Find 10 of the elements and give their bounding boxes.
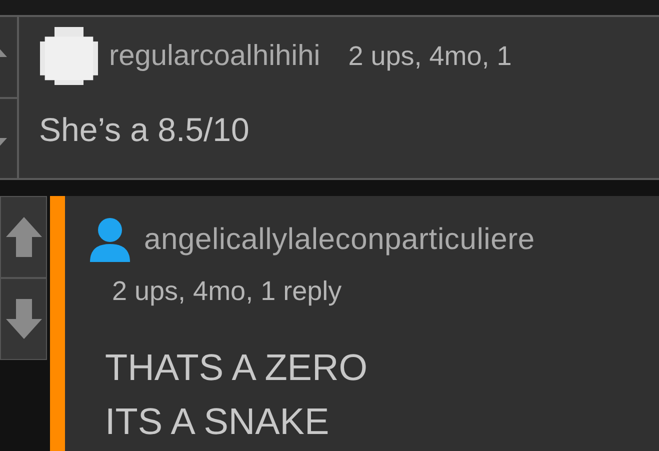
comment-text: THATS A ZERO ITS A SNAKE (105, 346, 368, 444)
username[interactable]: angelicallylaleconparticuliere (144, 223, 535, 257)
avatar-icon (39, 27, 99, 85)
username[interactable]: regularcoalhihihi (109, 40, 320, 72)
downvote-arrow-icon[interactable] (6, 299, 42, 339)
comment-meta: 2 ups, 4mo, 1 reply (112, 276, 342, 306)
comment-text: She’s a 8.5/10 (39, 111, 250, 149)
upvote-arrow-icon[interactable] (6, 217, 42, 257)
comment-meta: 2 ups, 4mo, 1 (348, 40, 512, 72)
user-icon (88, 218, 132, 262)
